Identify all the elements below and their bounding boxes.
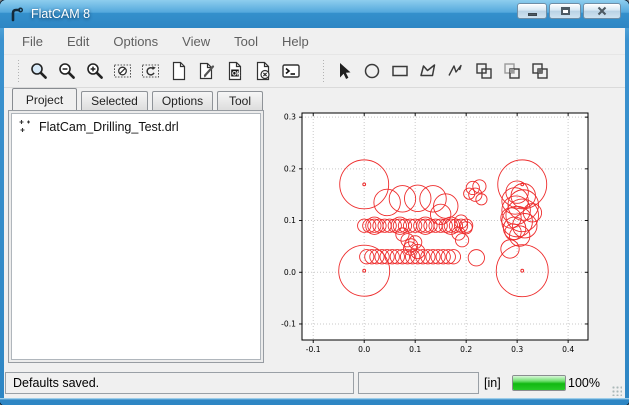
select-arrow-icon xyxy=(334,61,354,81)
resize-grip[interactable] xyxy=(612,386,622,396)
client-area: File Edit Options View Tool Help xyxy=(4,28,625,398)
new-file-icon xyxy=(169,61,189,81)
titlebar[interactable]: FlatCAM 8 xyxy=(0,0,629,28)
menu-file[interactable]: File xyxy=(12,30,53,53)
window-bottom-border xyxy=(0,398,629,405)
project-tree[interactable]: FlatCam_Drilling_Test.drl xyxy=(11,113,261,360)
shell-button[interactable] xyxy=(277,57,305,85)
zoom-in-button[interactable] xyxy=(81,57,109,85)
tab-selected[interactable]: Selected xyxy=(81,91,148,110)
select-tool-button[interactable] xyxy=(330,57,358,85)
svg-text:-0.1: -0.1 xyxy=(281,320,296,329)
polygon-tool-button[interactable] xyxy=(414,57,442,85)
menu-options[interactable]: Options xyxy=(103,30,168,53)
toolbar-grip[interactable] xyxy=(17,60,20,82)
svg-text:0.1: 0.1 xyxy=(284,216,296,225)
zoom-fit-icon xyxy=(29,61,49,81)
tree-item-label: FlatCam_Drilling_Test.drl xyxy=(39,120,179,134)
union-tool-button[interactable] xyxy=(470,57,498,85)
maximize-icon xyxy=(561,7,570,15)
edit-file-icon xyxy=(197,61,217,81)
svg-text:-0.1: -0.1 xyxy=(306,345,321,354)
replot-button[interactable] xyxy=(137,57,165,85)
flatcam-window: FlatCAM 8 File Edit Options View Tool He… xyxy=(0,0,629,405)
progress-fill xyxy=(513,376,565,390)
svg-text:0.2: 0.2 xyxy=(284,164,296,173)
circle-tool-button[interactable] xyxy=(358,57,386,85)
minimize-icon xyxy=(528,13,537,16)
union-tool-icon xyxy=(474,61,494,81)
statusbar: Defaults saved. [in] 100% xyxy=(4,369,625,398)
svg-text:0.1: 0.1 xyxy=(409,345,421,354)
zoom-in-icon xyxy=(85,61,105,81)
ok-file-icon: Ok xyxy=(225,61,245,81)
shell-icon xyxy=(281,61,301,81)
intersection-tool-icon xyxy=(502,61,522,81)
polygon-tool-icon xyxy=(418,61,438,81)
svg-text:0.4: 0.4 xyxy=(562,345,574,354)
intersection-tool-button[interactable] xyxy=(498,57,526,85)
menubar: File Edit Options View Tool Help xyxy=(4,28,625,54)
polyline-tool-icon xyxy=(446,61,466,81)
subtract-tool-button[interactable] xyxy=(526,57,554,85)
svg-text:0.0: 0.0 xyxy=(358,345,370,354)
menu-help[interactable]: Help xyxy=(272,30,319,53)
svg-text:0.2: 0.2 xyxy=(460,345,472,354)
clear-plot-button[interactable] xyxy=(109,57,137,85)
circle-tool-icon xyxy=(362,61,382,81)
zoom-out-button[interactable] xyxy=(53,57,81,85)
drill-object-icon xyxy=(18,119,33,134)
project-panel: FlatCam_Drilling_Test.drl xyxy=(8,110,264,363)
toolbar-grip-2[interactable] xyxy=(322,60,325,82)
status-message-box: Defaults saved. xyxy=(5,372,354,394)
replot-icon xyxy=(141,61,161,81)
maximize-button[interactable] xyxy=(549,3,581,19)
new-file-button[interactable] xyxy=(165,57,193,85)
drill-plot[interactable]: -0.1 0.0 0.1 0.2 0.3 0.4 -0.1 0.0 0.1 0.2 0.3 xyxy=(266,92,623,370)
window-controls xyxy=(517,3,621,19)
tab-tool[interactable]: Tool xyxy=(217,91,263,110)
delete-file-button[interactable] xyxy=(249,57,277,85)
units-label: [in] xyxy=(484,376,501,390)
tree-item-drill-file[interactable]: FlatCam_Drilling_Test.drl xyxy=(12,114,260,139)
tab-options[interactable]: Options xyxy=(152,91,213,110)
delete-file-icon xyxy=(253,61,273,81)
menu-edit[interactable]: Edit xyxy=(57,30,99,53)
zoom-fit-button[interactable] xyxy=(25,57,53,85)
clear-plot-icon xyxy=(113,61,133,81)
ok-file-button[interactable]: Ok xyxy=(221,57,249,85)
status-aux-box xyxy=(358,372,479,394)
window-title: FlatCAM 8 xyxy=(31,7,90,21)
polyline-tool-button[interactable] xyxy=(442,57,470,85)
menu-view[interactable]: View xyxy=(172,30,220,53)
rectangle-tool-icon xyxy=(390,61,410,81)
subtract-tool-icon xyxy=(530,61,550,81)
progress-bar xyxy=(512,375,566,391)
menu-tool[interactable]: Tool xyxy=(224,30,268,53)
plot-canvas[interactable]: -0.1 0.0 0.1 0.2 0.3 0.4 -0.1 0.0 0.1 0.2 0.3 xyxy=(266,92,623,370)
zoom-out-icon xyxy=(57,61,77,81)
close-button[interactable] xyxy=(583,3,621,19)
rectangle-tool-button[interactable] xyxy=(386,57,414,85)
svg-text:0.0: 0.0 xyxy=(284,268,296,277)
svg-text:0.3: 0.3 xyxy=(284,113,296,122)
close-icon xyxy=(597,6,607,16)
edit-file-button[interactable] xyxy=(193,57,221,85)
minimize-button[interactable] xyxy=(517,3,547,19)
toolbar: Ok xyxy=(4,54,625,88)
tab-project[interactable]: Project xyxy=(12,88,77,110)
progress-percent: 100% xyxy=(568,376,600,390)
svg-text:0.3: 0.3 xyxy=(511,345,523,354)
status-message: Defaults saved. xyxy=(13,376,99,390)
svg-text:Ok: Ok xyxy=(232,70,241,77)
flatcam-logo-icon xyxy=(9,6,25,22)
